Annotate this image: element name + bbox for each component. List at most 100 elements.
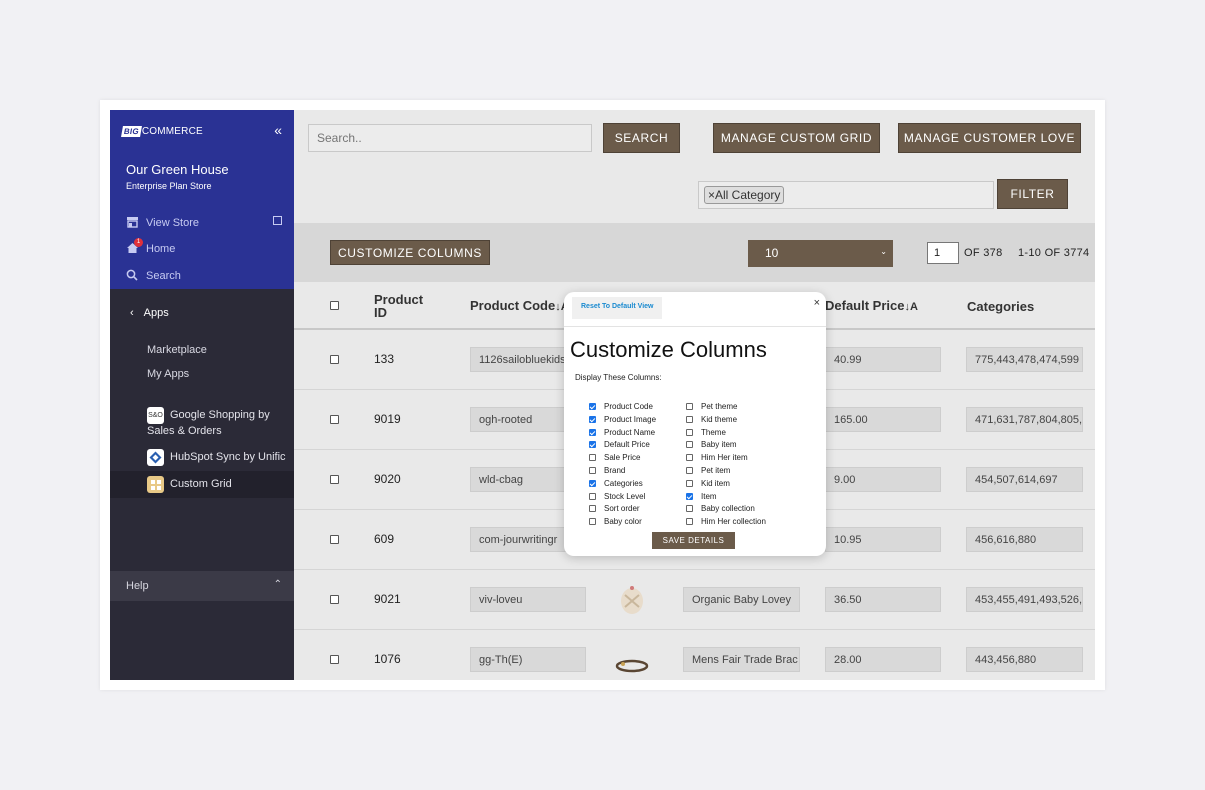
column-option-checkbox[interactable]	[686, 454, 693, 462]
column-option[interactable]: Baby item	[686, 440, 737, 449]
product-id: 9019	[374, 412, 401, 426]
column-option-checkbox[interactable]	[686, 403, 693, 410]
row-checkbox[interactable]	[330, 355, 339, 364]
column-option-checkbox[interactable]	[589, 467, 596, 474]
column-option[interactable]: Theme	[686, 428, 726, 437]
column-option[interactable]: Baby color	[589, 517, 642, 526]
external-link-icon[interactable]	[273, 216, 282, 225]
sidebar-item-search[interactable]: Search	[126, 269, 181, 283]
column-option-checkbox[interactable]	[686, 518, 693, 526]
search-input[interactable]	[308, 124, 592, 152]
categories-field[interactable]: 443,456,880	[966, 647, 1083, 672]
row-checkbox[interactable]	[330, 655, 339, 664]
sidebar-item-apps[interactable]: ‹ Apps	[130, 307, 169, 319]
customize-columns-button[interactable]: CUSTOMIZE COLUMNS	[330, 240, 490, 265]
column-option[interactable]: Product Name	[589, 428, 655, 437]
column-option-checkbox[interactable]	[589, 518, 596, 526]
column-option-checkbox[interactable]	[589, 479, 596, 487]
sidebar-item-view-store[interactable]: View Store	[126, 216, 199, 230]
column-option[interactable]: Him Her item	[686, 453, 748, 462]
collapse-sidebar-icon[interactable]: «	[274, 123, 282, 137]
column-option[interactable]: Stock Level	[589, 492, 645, 501]
modal-title: Customize Columns	[570, 337, 767, 362]
column-option-checkbox[interactable]	[589, 441, 596, 449]
column-option-checkbox[interactable]	[686, 441, 693, 449]
column-header-product-code[interactable]: Product Code↓A	[470, 298, 569, 313]
column-option[interactable]: Item	[686, 492, 717, 501]
column-header-categories[interactable]: Categories	[967, 299, 1034, 314]
column-option[interactable]: Product Code	[589, 402, 653, 411]
column-option-checkbox[interactable]	[686, 428, 693, 436]
column-option[interactable]: Him Her collection	[686, 517, 766, 526]
categories-field[interactable]: 453,455,491,493,526,!	[966, 587, 1083, 612]
column-option[interactable]: Default Price	[589, 440, 650, 449]
price-field[interactable]: 36.50	[825, 587, 941, 612]
product-image	[615, 652, 649, 680]
row-checkbox[interactable]	[330, 415, 339, 424]
product-id: 609	[374, 532, 395, 546]
reset-default-view-tab[interactable]: Reset To Default View	[572, 297, 663, 319]
column-option-checkbox[interactable]	[686, 415, 693, 423]
column-option[interactable]: Product Image	[589, 415, 656, 424]
column-header-product-id[interactable]: Product ID	[374, 293, 429, 319]
column-option-checkbox[interactable]	[686, 467, 693, 474]
column-option-checkbox[interactable]	[589, 505, 596, 513]
sidebar-item-marketplace[interactable]: Marketplace	[147, 344, 207, 356]
column-option[interactable]: Sale Price	[589, 453, 640, 462]
sidebar-item-hubspot[interactable]: HubSpot Sync by Unific	[147, 449, 286, 466]
row-checkbox[interactable]	[330, 475, 339, 484]
bigcommerce-logo[interactable]: BIG COMMERCE	[121, 122, 203, 140]
column-option-checkbox[interactable]	[589, 492, 596, 500]
page-number-input[interactable]: 1	[927, 242, 959, 264]
column-option[interactable]: Baby collection	[686, 504, 755, 513]
categories-field[interactable]: 775,443,478,474,599	[966, 347, 1083, 372]
sidebar-item-home[interactable]: 1 Home	[126, 238, 175, 256]
sidebar-item-google-shopping[interactable]: S&O Google Shopping by Sales & Orders	[147, 407, 287, 439]
product-name-field[interactable]: Organic Baby Lovey	[683, 587, 800, 612]
column-option[interactable]: Categories	[589, 479, 643, 488]
product-code-field[interactable]: viv-loveu	[470, 587, 586, 612]
column-option[interactable]: Pet item	[686, 466, 730, 475]
product-code-field[interactable]: gg-Th(E)	[470, 647, 586, 672]
column-option[interactable]: Sort order	[589, 504, 640, 513]
close-icon[interactable]: ×	[814, 297, 820, 309]
manage-custom-grid-button[interactable]: MANAGE CUSTOM GRID	[713, 123, 880, 153]
sidebar-item-my-apps[interactable]: My Apps	[147, 368, 189, 380]
logo-mark: BIG	[121, 125, 142, 137]
page-size-select[interactable]: 10 ⌄	[748, 240, 893, 267]
product-name-field[interactable]: Mens Fair Trade Brac	[683, 647, 800, 672]
categories-field[interactable]: 471,631,787,804,805,8	[966, 407, 1083, 432]
column-option[interactable]: Kid item	[686, 479, 730, 488]
column-option-checkbox[interactable]	[589, 454, 596, 462]
row-checkbox[interactable]	[330, 535, 339, 544]
column-option-checkbox[interactable]	[686, 492, 693, 500]
price-field[interactable]: 165.00	[825, 407, 941, 432]
categories-field[interactable]: 454,507,614,697	[966, 467, 1083, 492]
product-image	[615, 583, 649, 617]
column-option[interactable]: Pet theme	[686, 402, 737, 411]
sort-icon[interactable]: ↓A	[904, 301, 917, 313]
row-checkbox[interactable]	[330, 595, 339, 604]
categories-field[interactable]: 456,616,880	[966, 527, 1083, 552]
column-option-checkbox[interactable]	[589, 428, 596, 436]
column-option[interactable]: Brand	[589, 466, 625, 475]
filter-button[interactable]: FILTER	[997, 179, 1068, 209]
price-field[interactable]: 40.99	[825, 347, 941, 372]
manage-customer-love-button[interactable]: MANAGE CUSTOMER LOVE	[898, 123, 1081, 153]
sidebar-item-custom-grid[interactable]: Custom Grid	[147, 476, 232, 493]
price-field[interactable]: 9.00	[825, 467, 941, 492]
price-field[interactable]: 28.00	[825, 647, 941, 672]
column-option[interactable]: Kid theme	[686, 415, 737, 424]
column-option-checkbox[interactable]	[686, 479, 693, 487]
column-option-checkbox[interactable]	[686, 505, 693, 513]
column-option-checkbox[interactable]	[589, 415, 596, 423]
category-filter-input[interactable]: ×All Category	[698, 181, 994, 209]
category-chip[interactable]: ×All Category	[704, 186, 785, 204]
column-header-default-price[interactable]: Default Price↓A	[825, 298, 918, 313]
sidebar-help[interactable]: Help ⌃	[110, 571, 294, 601]
select-all-checkbox[interactable]	[330, 301, 339, 310]
column-option-checkbox[interactable]	[589, 403, 596, 410]
save-details-button[interactable]: SAVE DETAILS	[652, 532, 735, 549]
price-field[interactable]: 10.95	[825, 527, 941, 552]
search-button[interactable]: SEARCH	[603, 123, 680, 153]
